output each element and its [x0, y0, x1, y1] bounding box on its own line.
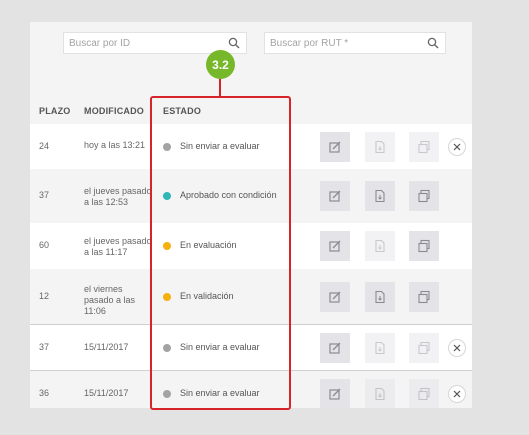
modificado-cell: el viernes pasado a las 11:06 — [84, 283, 136, 316]
modificado-cell: el jueves pasado a las 12:53 — [84, 186, 152, 207]
download-document-button[interactable] — [365, 281, 395, 312]
plazo-cell: 24 — [39, 140, 50, 151]
step-callout-badge: 3.2 — [206, 50, 235, 79]
download-document-button[interactable] — [365, 131, 395, 162]
column-header-plazo[interactable]: PLAZO — [39, 106, 71, 116]
modificado-cell: 15/11/2017 — [84, 387, 129, 398]
edit-button[interactable] — [320, 379, 350, 408]
edit-button[interactable] — [320, 181, 350, 211]
duplicate-button[interactable] — [409, 181, 439, 211]
plazo-cell: 12 — [39, 290, 50, 301]
download-document-button[interactable] — [365, 231, 395, 261]
modificado-cell: el jueves pasado a las 11:17 — [84, 236, 152, 257]
plazo-cell: 37 — [39, 190, 50, 200]
modificado-cell: 15/11/2017 — [84, 341, 129, 352]
plazo-cell: 37 — [39, 342, 50, 352]
download-document-button[interactable] — [365, 333, 395, 363]
edit-button[interactable] — [320, 281, 350, 312]
callout-connector — [219, 76, 221, 97]
column-header-modificado[interactable]: MODIFICADO — [84, 106, 144, 116]
edit-button[interactable] — [320, 231, 350, 261]
edit-button[interactable] — [320, 333, 350, 363]
search-rut-input[interactable] — [270, 36, 410, 51]
duplicate-button[interactable] — [409, 333, 439, 363]
modificado-cell: hoy a las 13:21 — [84, 140, 146, 150]
download-document-button[interactable] — [365, 379, 395, 408]
estado-column-highlight — [150, 96, 291, 410]
duplicate-button[interactable] — [409, 281, 439, 312]
search-icon[interactable] — [427, 37, 439, 49]
delete-button[interactable] — [448, 137, 466, 156]
plazo-cell: 36 — [39, 388, 50, 398]
duplicate-button[interactable] — [409, 379, 439, 408]
search-rut-field[interactable] — [264, 32, 446, 54]
delete-button[interactable] — [448, 385, 466, 403]
delete-button[interactable] — [448, 339, 466, 357]
download-document-button[interactable] — [365, 181, 395, 211]
search-id-input[interactable] — [69, 36, 209, 51]
plazo-cell: 60 — [39, 240, 50, 250]
edit-button[interactable] — [320, 131, 350, 162]
callout-label: 3.2 — [212, 57, 229, 72]
search-icon[interactable] — [228, 37, 240, 49]
duplicate-button[interactable] — [409, 231, 439, 261]
duplicate-button[interactable] — [409, 131, 439, 162]
